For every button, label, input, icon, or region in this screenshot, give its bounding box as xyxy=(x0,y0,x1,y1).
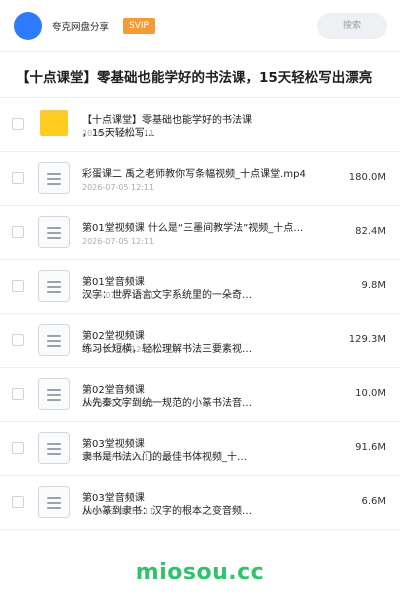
file-size: 6.6M xyxy=(361,496,386,507)
share-title: 【十点课堂】零基础也能学好的书法课，15天轻松写出漂亮 xyxy=(16,70,373,86)
select-checkbox[interactable] xyxy=(12,280,24,292)
file-size: 129.3M xyxy=(348,334,386,345)
file-icon xyxy=(38,486,72,520)
list-item[interactable]: 彩蛋课二 禹之老师教你写条幅视频_十点课堂.mp4 2026-07-05 12:… xyxy=(0,152,400,206)
share-page: 夸克网盘分享 SVIP 搜索 【十点课堂】零基础也能学好的书法课，15天轻松写出… xyxy=(0,0,400,600)
file-name: 第01堂视频课 什么是“三墨间教学法”视频_十点… xyxy=(82,223,304,234)
select-checkbox[interactable] xyxy=(12,388,24,400)
file-name-line2: 汉字：世界语言文字系统里的一朵奇… xyxy=(82,290,252,301)
file-name-line2: ，15天轻松写… xyxy=(82,128,155,139)
select-checkbox[interactable] xyxy=(12,172,24,184)
file-size: 9.8M xyxy=(361,280,386,291)
file-name: 彩蛋课二 禹之老师教你写条幅视频_十点课堂.mp4 xyxy=(82,169,306,180)
file-name-line2: 隶书是书法入门的最佳书体视频_十… xyxy=(82,452,247,463)
list-item[interactable]: 第01堂视频课 什么是“三墨间教学法”视频_十点… 2026-07-05 12:… xyxy=(0,206,400,260)
search-input[interactable]: 搜索 xyxy=(317,13,387,39)
list-item[interactable]: 第02堂视频课 2026-07-05 12:11 练习长短横，轻松理解书法三要素… xyxy=(0,314,400,368)
select-checkbox[interactable] xyxy=(12,334,24,346)
select-checkbox[interactable] xyxy=(12,442,24,454)
file-date: 2026-07-05 12:11 xyxy=(82,183,155,192)
file-list: 【十点课堂】零基础也能学好的书法课 2026-07-05 12:11 ，15天轻… xyxy=(0,98,400,530)
list-item[interactable]: 【十点课堂】零基础也能学好的书法课 2026-07-05 12:11 ，15天轻… xyxy=(0,98,400,152)
list-item[interactable]: 第03堂视频课 2026-07-05 12:11 隶书是书法入门的最佳书体视频_… xyxy=(0,422,400,476)
file-name-line2: 练习长短横，轻松理解书法三要素视… xyxy=(82,344,252,355)
select-checkbox[interactable] xyxy=(12,226,24,238)
watermark-text: miosou.cc xyxy=(135,560,265,585)
list-item[interactable]: 第03堂音频课 2026-07-05 12:11 从小篆到隶书：汉字的根本之变音… xyxy=(0,476,400,530)
file-icon xyxy=(38,432,72,466)
list-item[interactable]: 第01堂音频课 2026-07-05 12:11 汉字：世界语言文字系统里的一朵… xyxy=(0,260,400,314)
avatar[interactable] xyxy=(14,12,42,40)
svip-badge: SVIP xyxy=(123,18,155,34)
file-name-line2: 从小篆到隶书：汉字的根本之变音频… xyxy=(82,506,252,517)
file-date: 2026-07-05 12:11 xyxy=(82,237,155,246)
app-name: 夸克网盘分享 xyxy=(52,22,110,33)
folder-icon xyxy=(38,108,72,142)
file-name-line2: 从先秦文字到统一规范的小篆书法音… xyxy=(82,398,252,409)
select-checkbox[interactable] xyxy=(12,496,24,508)
share-title-bar: 【十点课堂】零基础也能学好的书法课，15天轻松写出漂亮 xyxy=(0,52,400,98)
file-icon xyxy=(38,324,72,358)
list-item[interactable]: 第02堂音频课 2026-07-05 12:11 从先秦文字到统一规范的小篆书法… xyxy=(0,368,400,422)
file-icon xyxy=(38,162,72,196)
file-icon xyxy=(38,378,72,412)
file-size: 82.4M xyxy=(355,226,386,237)
top-bar: 夸克网盘分享 SVIP 搜索 xyxy=(0,0,400,52)
file-size: 91.6M xyxy=(355,442,386,453)
file-size: 10.0M xyxy=(355,388,386,399)
file-icon xyxy=(38,270,72,304)
file-icon xyxy=(38,216,72,250)
select-checkbox[interactable] xyxy=(12,118,24,130)
file-size: 180.0M xyxy=(348,172,386,183)
